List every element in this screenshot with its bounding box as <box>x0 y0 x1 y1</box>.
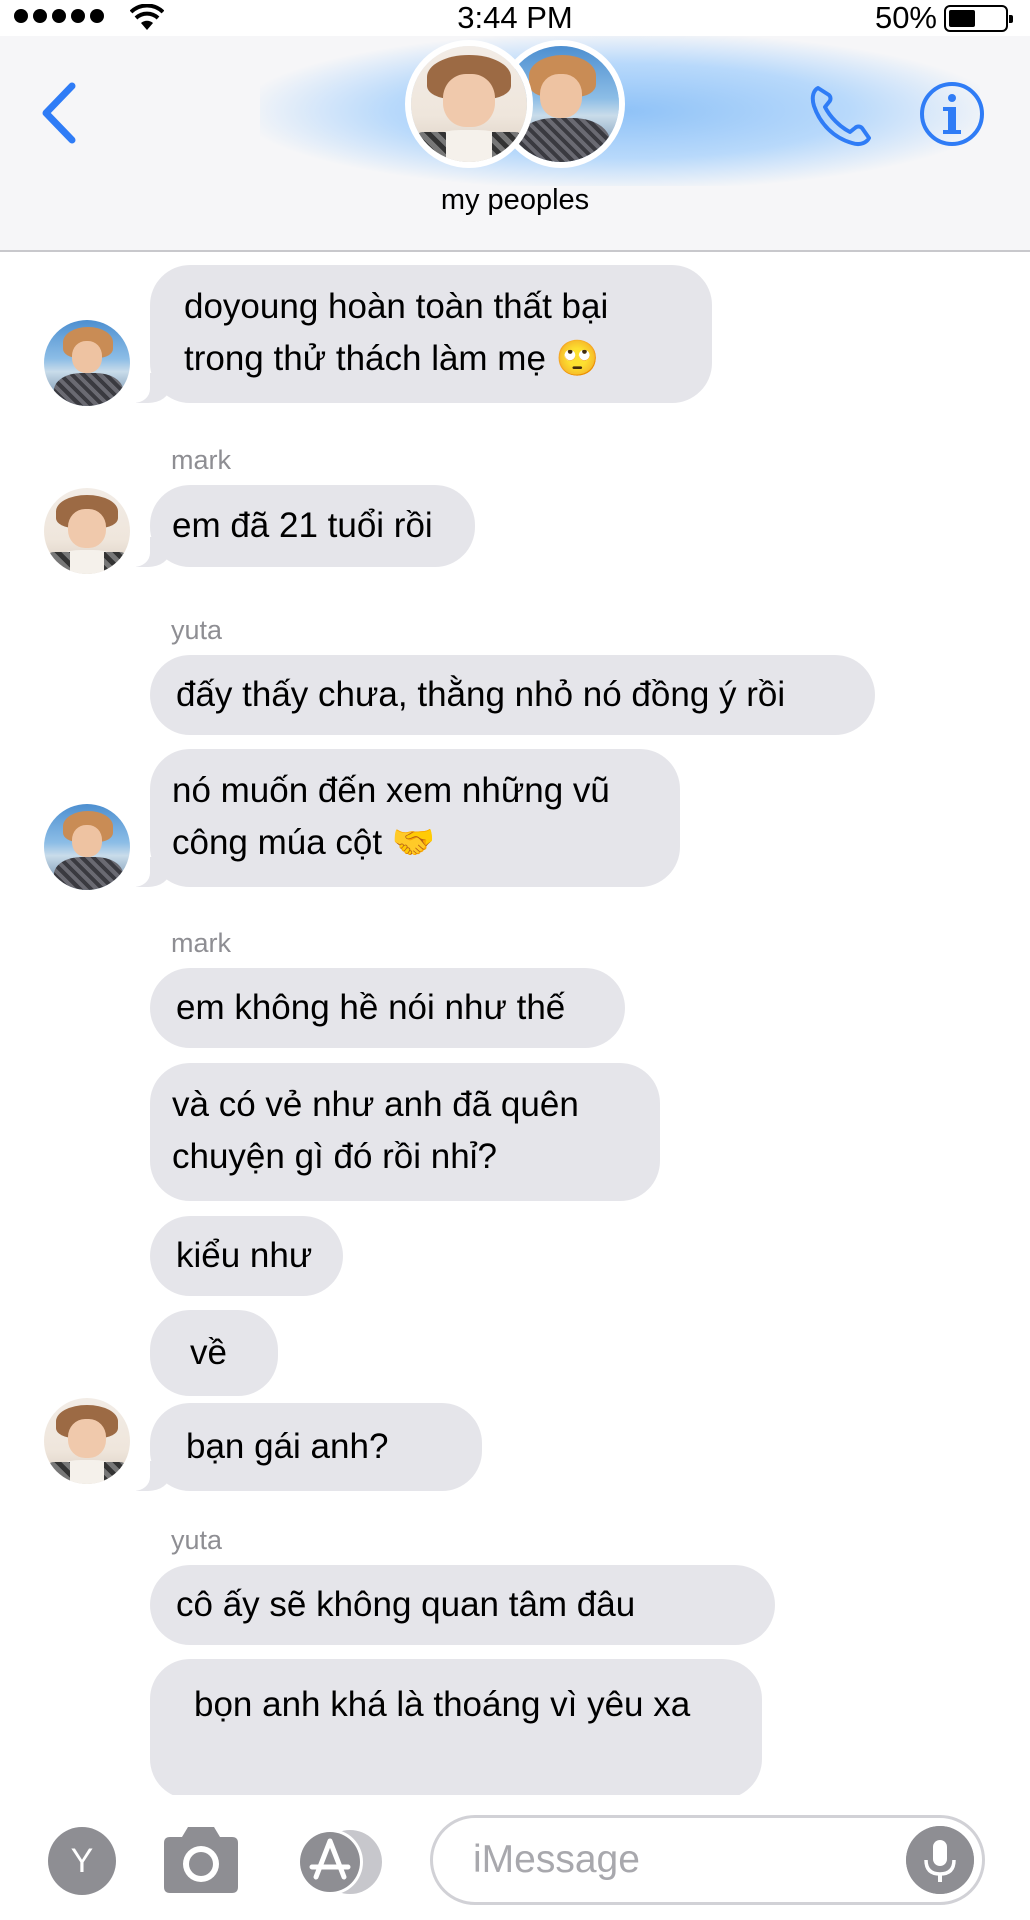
status-bar: 3:44 PM 50% <box>0 0 1030 36</box>
conversation-header: my peoples <box>0 36 1030 252</box>
sender-name: yuta <box>171 615 223 645</box>
message-bubble[interactable]: bạn gái anh? <box>124 1403 482 1491</box>
group-avatars[interactable] <box>405 40 625 168</box>
message-bubble[interactable]: về <box>150 1310 278 1396</box>
camera-icon[interactable] <box>160 1825 242 1895</box>
avatar-yuta[interactable] <box>44 804 130 890</box>
app-y-button[interactable]: Y <box>48 1827 116 1895</box>
sender-name: mark <box>171 445 231 475</box>
message-bubble[interactable]: nó muốn đến xem những vũ công múa cột 🤝 <box>124 749 680 887</box>
app-store-icon[interactable] <box>292 1827 388 1897</box>
sender-name: mark <box>171 928 231 958</box>
avatar-yuta[interactable] <box>44 320 130 406</box>
battery-percentage: 50% <box>874 0 937 35</box>
back-chevron-icon[interactable] <box>36 78 84 148</box>
compose-bar: Y iMessage <box>0 1795 1030 1920</box>
avatar-mark[interactable] <box>44 1398 130 1484</box>
avatar-mark[interactable] <box>44 488 130 574</box>
message-bubble[interactable]: bọn anh khá là thoáng vì yêu xa <box>150 1659 762 1795</box>
message-bubble[interactable]: em không hề nói như thế <box>150 968 625 1048</box>
message-bubble[interactable]: em đã 21 tuổi rồi <box>124 485 475 567</box>
avatar-mark <box>405 40 533 168</box>
message-bubble[interactable]: và có vẻ như anh đã quên chuyện gì đó rồ… <box>150 1063 660 1201</box>
imessage-input[interactable]: iMessage <box>430 1815 985 1905</box>
message-bubble[interactable]: đấy thấy chưa, thằng nhỏ nó đồng ý rồi <box>150 655 875 735</box>
sender-name: yuta <box>171 1525 223 1555</box>
message-bubble[interactable]: cô ấy sẽ không quan tâm đâu <box>150 1565 775 1645</box>
info-icon[interactable] <box>918 80 986 148</box>
imessage-placeholder: iMessage <box>473 1838 640 1881</box>
message-bubble[interactable]: doyoung hoàn toàn thất bại trong thử thá… <box>124 265 712 403</box>
phone-icon[interactable] <box>806 80 876 150</box>
group-name[interactable]: my peoples <box>0 184 1030 217</box>
message-bubble[interactable]: kiểu như <box>150 1216 343 1296</box>
message-thread[interactable]: doyoung hoàn toàn thất bại trong thử thá… <box>0 253 1030 1795</box>
microphone-icon[interactable] <box>906 1826 974 1894</box>
battery-icon <box>944 5 1013 32</box>
